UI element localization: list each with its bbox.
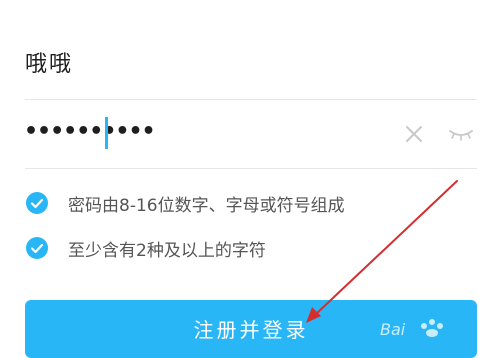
check-circle-icon (26, 237, 48, 259)
username-display: 哦哦 (25, 52, 74, 77)
password-rule-charset: 至少含有2种及以上的字符 (26, 233, 266, 263)
register-and-login-button[interactable]: 注册并登录 (25, 300, 477, 358)
rule-text: 密码由8-16位数字、字母或符号组成 (68, 195, 345, 216)
rule-text: 至少含有2种及以上的字符 (68, 240, 266, 261)
check-circle-icon (26, 192, 48, 214)
divider (25, 99, 477, 100)
password-rule-length: 密码由8-16位数字、字母或符号组成 (26, 188, 345, 218)
text-caret (105, 117, 108, 149)
eye-closed-icon[interactable] (448, 125, 474, 143)
close-icon[interactable] (403, 123, 425, 145)
password-input[interactable]: •••••••••• (24, 112, 156, 152)
register-password-screen: 哦哦 •••••••••• 密码由8-16位数字、字母或符号组成 至少含有2种及… (0, 0, 500, 358)
divider (25, 168, 477, 169)
